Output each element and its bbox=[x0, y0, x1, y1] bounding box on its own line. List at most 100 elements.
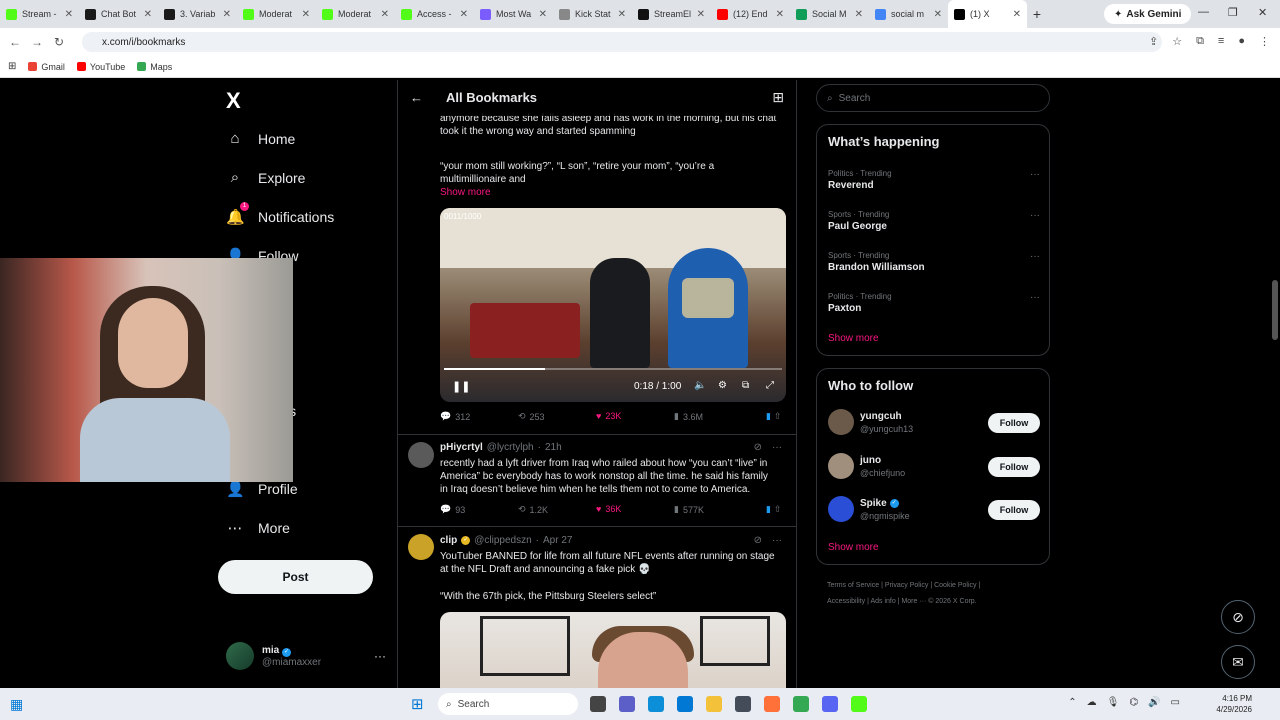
browser-tab[interactable]: Moderat ✕ bbox=[316, 0, 395, 28]
more-dots-icon[interactable]: ··· bbox=[1030, 169, 1040, 180]
browser-tab[interactable]: Moderat ✕ bbox=[237, 0, 316, 28]
trend-item[interactable]: Sports · Trending Brandon Williamson ··· bbox=[828, 251, 1040, 273]
close-tab-icon[interactable]: ✕ bbox=[539, 9, 547, 20]
task-view-icon[interactable] bbox=[590, 696, 606, 712]
bookmark-link[interactable]: YouTube bbox=[76, 62, 125, 72]
views-button[interactable]: ▮ 3.6M bbox=[674, 411, 703, 422]
tweet-author-handle[interactable]: @lycrtylph bbox=[487, 442, 534, 453]
trend-item[interactable]: Politics · Trending Reverend ··· bbox=[828, 169, 1040, 191]
browser-tab[interactable]: Stream - ✕ bbox=[0, 0, 79, 28]
edge-icon[interactable] bbox=[648, 696, 664, 712]
follow-button[interactable]: Follow bbox=[988, 456, 1040, 477]
kick-icon[interactable] bbox=[851, 696, 867, 712]
browser-tab[interactable]: Social M ✕ bbox=[790, 0, 869, 28]
bookmark-link[interactable]: Maps bbox=[137, 62, 172, 72]
avatar[interactable] bbox=[408, 534, 434, 560]
picture-in-picture-icon[interactable]: ⧉ bbox=[742, 380, 749, 391]
close-tab-icon[interactable]: ✕ bbox=[618, 9, 626, 20]
close-tab-icon[interactable]: ✕ bbox=[65, 9, 73, 20]
fullscreen-icon[interactable]: ⤢ bbox=[766, 380, 774, 391]
show-more-link[interactable]: Show more bbox=[440, 187, 491, 198]
more-dots-icon[interactable]: ··· bbox=[1030, 251, 1040, 262]
more-dots-icon[interactable]: ··· bbox=[374, 649, 386, 663]
post-button[interactable]: Post bbox=[218, 560, 373, 594]
close-tab-icon[interactable]: ✕ bbox=[776, 9, 784, 20]
chrome-icon[interactable] bbox=[793, 696, 809, 712]
nav-item-explore[interactable]: ⌕ Explore bbox=[226, 169, 306, 186]
trend-item[interactable]: Sports · Trending Paul George ··· bbox=[828, 210, 1040, 232]
share-icon[interactable]: ⇧ bbox=[774, 411, 782, 422]
follow-suggestion[interactable]: juno @chiefjuno Follow bbox=[828, 452, 1040, 483]
avatar[interactable] bbox=[408, 442, 434, 468]
share-icon[interactable]: ⇧ bbox=[774, 504, 782, 515]
close-tab-icon[interactable]: ✕ bbox=[460, 9, 468, 20]
teams-icon[interactable] bbox=[619, 696, 635, 712]
url-input[interactable]: x.com/i/bookmarks bbox=[82, 32, 1162, 52]
close-tab-icon[interactable]: ✕ bbox=[381, 9, 389, 20]
reply-button[interactable]: 💬 312 bbox=[440, 411, 470, 422]
video-player[interactable]: 0011/1000 ❚❚ 0:18 / 1:00 🔈 ⚙ ⧉ ⤢ bbox=[440, 208, 786, 402]
wifi-icon[interactable]: ⌬ bbox=[1129, 697, 1138, 708]
app-icon[interactable] bbox=[735, 696, 751, 712]
pause-icon[interactable]: ❚❚ bbox=[452, 380, 470, 393]
close-window-icon[interactable]: ✕ bbox=[1258, 6, 1267, 19]
browser-tab[interactable]: StreamEl ✕ bbox=[632, 0, 711, 28]
retweet-button[interactable]: ⟲ 253 bbox=[518, 411, 545, 422]
cloud-icon[interactable]: ☁ bbox=[1087, 697, 1097, 708]
menu-icon[interactable]: ≡ bbox=[1218, 35, 1224, 48]
store-icon[interactable] bbox=[677, 696, 693, 712]
nav-item-profile[interactable]: 👤 Profile bbox=[226, 480, 298, 498]
maximize-icon[interactable]: ❐ bbox=[1228, 6, 1238, 19]
nav-item-home[interactable]: ⌂ Home bbox=[226, 130, 295, 147]
browser-tab[interactable]: Most Wa ✕ bbox=[474, 0, 553, 28]
like-button[interactable]: ♥ 36K bbox=[596, 504, 621, 514]
apps-icon[interactable]: ⊞ bbox=[8, 61, 16, 72]
close-tab-icon[interactable]: ✕ bbox=[144, 9, 152, 20]
firefox-icon[interactable] bbox=[764, 696, 780, 712]
scrollbar[interactable] bbox=[1272, 80, 1278, 688]
reload-icon[interactable]: ↻ bbox=[48, 35, 70, 49]
close-tab-icon[interactable]: ✕ bbox=[697, 9, 705, 20]
video-progress-bar[interactable] bbox=[444, 368, 782, 370]
battery-icon[interactable]: ▭ bbox=[1171, 697, 1180, 708]
widgets-icon[interactable]: ▦ bbox=[10, 696, 23, 713]
grok-icon[interactable]: ⊘ bbox=[754, 442, 762, 453]
forward-icon[interactable]: → bbox=[26, 35, 48, 49]
close-tab-icon[interactable]: ✕ bbox=[934, 9, 942, 20]
bookmark-button[interactable]: ▮ bbox=[766, 504, 771, 515]
tweet-time[interactable]: Apr 27 bbox=[543, 535, 572, 546]
close-tab-icon[interactable]: ✕ bbox=[855, 9, 863, 20]
new-folder-icon[interactable]: ⊞ bbox=[772, 89, 784, 106]
retweet-button[interactable]: ⟲ 1.2K bbox=[518, 504, 548, 515]
discord-icon[interactable] bbox=[822, 696, 838, 712]
more-dots-icon[interactable]: ··· bbox=[1030, 210, 1040, 221]
follow-button[interactable]: Follow bbox=[988, 413, 1040, 433]
profile-avatar-icon[interactable]: ● bbox=[1238, 35, 1245, 48]
back-arrow-icon[interactable]: ← bbox=[410, 90, 423, 105]
tweet-author-name[interactable]: pHiycrtyl bbox=[440, 442, 483, 453]
tweet-author-name[interactable]: clip bbox=[440, 535, 457, 546]
browser-tab[interactable]: Kick Stat ✕ bbox=[553, 0, 632, 28]
settings-icon[interactable]: ⚙ bbox=[718, 380, 727, 391]
extensions-icon[interactable]: ⧉ bbox=[1196, 35, 1204, 48]
volume-icon[interactable]: 🔈 bbox=[694, 380, 706, 391]
bookmark-button[interactable]: ▮ bbox=[766, 411, 771, 422]
kebab-icon[interactable]: ⋮ bbox=[1259, 35, 1270, 48]
windows-start-icon[interactable]: ⊞ bbox=[411, 695, 424, 713]
show-more-link[interactable]: Show more bbox=[828, 333, 879, 344]
views-button[interactable]: ▮ 577K bbox=[674, 504, 704, 515]
browser-tab[interactable]: Chat Bot ✕ bbox=[79, 0, 158, 28]
nav-item-more[interactable]: ⋯ More bbox=[226, 519, 290, 537]
follow-suggestion[interactable]: yungcuh @yungcuh13 Follow bbox=[828, 409, 1040, 439]
messages-icon[interactable]: ✉ bbox=[1221, 645, 1255, 679]
back-icon[interactable]: ← bbox=[4, 35, 26, 49]
mic-icon[interactable]: 🎙 bbox=[1107, 697, 1120, 708]
follow-suggestion[interactable]: Spike ✓ @ngmispike Follow bbox=[828, 496, 1040, 526]
new-tab-button[interactable]: + bbox=[1027, 6, 1047, 22]
tweet-time[interactable]: 21h bbox=[545, 442, 562, 453]
minimize-icon[interactable]: — bbox=[1198, 6, 1209, 18]
close-tab-icon[interactable]: ✕ bbox=[302, 9, 310, 20]
star-icon[interactable]: ☆ bbox=[1172, 35, 1182, 48]
close-tab-icon[interactable]: ✕ bbox=[223, 9, 231, 20]
close-tab-icon[interactable]: ✕ bbox=[1013, 9, 1021, 20]
